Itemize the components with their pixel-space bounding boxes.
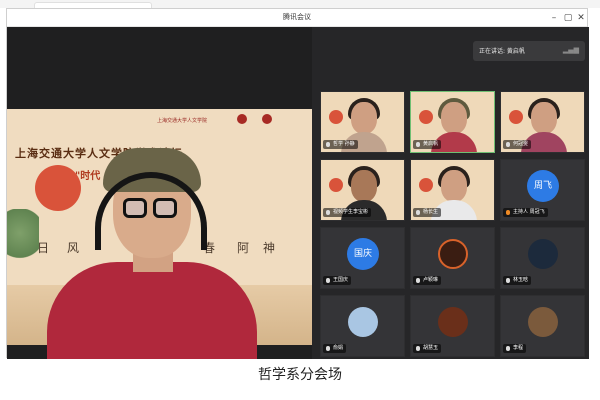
mic-icon — [416, 142, 420, 147]
slide-university-name: 上海交通大学人文学院 — [157, 118, 208, 124]
participant-tile[interactable]: 哲学 孙静 — [320, 91, 405, 153]
participant-name-text: 哲学 孙静 — [333, 141, 355, 147]
title-bar: 腾讯会议 – ▢ ✕ — [7, 9, 587, 27]
minimize-icon[interactable]: – — [547, 11, 561, 25]
participant-name: 胡慧玉 — [413, 344, 442, 353]
photo-caption: 哲学系分会场 — [258, 367, 342, 383]
main-speaker-video[interactable]: 上海交通大学人文学院 上海交通大学人文学院学术论坛 "时代 ... 青年担当" … — [7, 27, 312, 359]
mic-icon — [326, 278, 330, 283]
participant-name: 王国庆 — [323, 276, 352, 285]
browser-tab-strip — [0, 0, 600, 8]
mic-icon — [326, 142, 330, 147]
participant-name: 卢颖琳 — [413, 276, 442, 285]
participant-name-text: 主持人 周冠飞 — [513, 209, 545, 215]
participant-name: 黄启帆 — [413, 140, 442, 149]
participant-name: 哲学 孙静 — [323, 140, 358, 149]
university-seal-icon — [262, 114, 272, 124]
participant-face — [441, 170, 467, 202]
mic-icon — [416, 278, 420, 283]
avatar — [438, 239, 468, 269]
slide-calligraphy: 神 — [263, 241, 277, 255]
avatar — [528, 307, 558, 337]
mic-icon — [416, 346, 420, 351]
participant-face — [531, 102, 557, 134]
participant-name: 林玉晗 — [503, 276, 532, 285]
participant-panel: 正在讲话: 黄启帆 ▂▄▆ 哲学 孙静 黄启帆 何冠雯 视频学生李宝彬 杨长生 … — [312, 27, 589, 359]
participant-name-text: 杨长生 — [423, 209, 439, 215]
signal-bars-icon: ▂▄▆ — [562, 46, 579, 54]
avatar — [528, 239, 558, 269]
speaking-label: 正在讲话: 黄启帆 — [479, 48, 525, 55]
participant-tile[interactable]: 林玉晗 — [500, 227, 585, 289]
participant-tile[interactable]: 视频学生李宝彬 — [320, 159, 405, 221]
avatar — [438, 307, 468, 337]
maximize-icon[interactable]: ▢ — [561, 11, 575, 25]
participant-tile[interactable]: 周飞 主持人 周冠飞 — [500, 159, 585, 221]
participant-name: 李程 — [503, 344, 527, 353]
mic-icon — [326, 346, 330, 351]
mic-icon — [506, 346, 510, 351]
host-icon — [506, 210, 510, 215]
participant-name-text: 林玉晗 — [513, 277, 529, 283]
window-title: 腾讯会议 — [283, 13, 311, 21]
participant-face — [351, 102, 377, 134]
meeting-window: 腾讯会议 – ▢ ✕ 上海交通大学人文学院 上海交通大学人文学院学术论坛 "时代… — [6, 8, 589, 359]
participant-tile[interactable]: 杨长生 — [410, 159, 495, 221]
participant-tile[interactable]: 黄启帆 — [410, 91, 495, 153]
close-icon[interactable]: ✕ — [574, 11, 588, 25]
participant-tile[interactable]: 李程 — [500, 295, 585, 357]
participant-name-text: 何冠雯 — [513, 141, 529, 147]
participant-name-text: 俞娟 — [333, 345, 344, 351]
participant-name-text: 卢颖琳 — [423, 277, 439, 283]
participant-tile[interactable]: 胡慧玉 — [410, 295, 495, 357]
mic-icon — [506, 278, 510, 283]
participant-name-text: 王国庆 — [333, 277, 349, 283]
speaker-shirt — [47, 262, 257, 359]
participant-tile[interactable]: 卢颖琳 — [410, 227, 495, 289]
speaking-indicator: 正在讲话: 黄启帆 ▂▄▆ — [473, 41, 585, 61]
avatar: 周飞 — [527, 170, 559, 202]
participant-face — [351, 170, 377, 202]
avatar — [348, 307, 378, 337]
participant-name: 何冠雯 — [503, 140, 532, 149]
participant-name-text: 黄启帆 — [423, 141, 439, 147]
university-seal-icon — [237, 114, 247, 124]
participant-name-text: 视频学生李宝彬 — [333, 209, 369, 215]
speaker-figure — [27, 132, 257, 359]
mic-icon — [326, 210, 330, 215]
participant-face — [441, 102, 467, 134]
participant-name-text: 胡慧玉 — [423, 345, 439, 351]
participant-tile[interactable]: 国庆 王国庆 — [320, 227, 405, 289]
glasses-lens — [153, 198, 177, 218]
mic-icon — [506, 142, 510, 147]
participant-name-text: 李程 — [513, 345, 524, 351]
participant-name: 杨长生 — [413, 208, 442, 217]
participant-name: 视频学生李宝彬 — [323, 208, 372, 217]
participant-name: 主持人 周冠飞 — [503, 208, 548, 217]
glasses-lens — [123, 198, 147, 218]
participant-tile[interactable]: 何冠雯 — [500, 91, 585, 153]
avatar: 国庆 — [347, 238, 379, 270]
participant-name: 俞娟 — [323, 344, 347, 353]
participant-tile[interactable]: 俞娟 — [320, 295, 405, 357]
mic-icon — [416, 210, 420, 215]
